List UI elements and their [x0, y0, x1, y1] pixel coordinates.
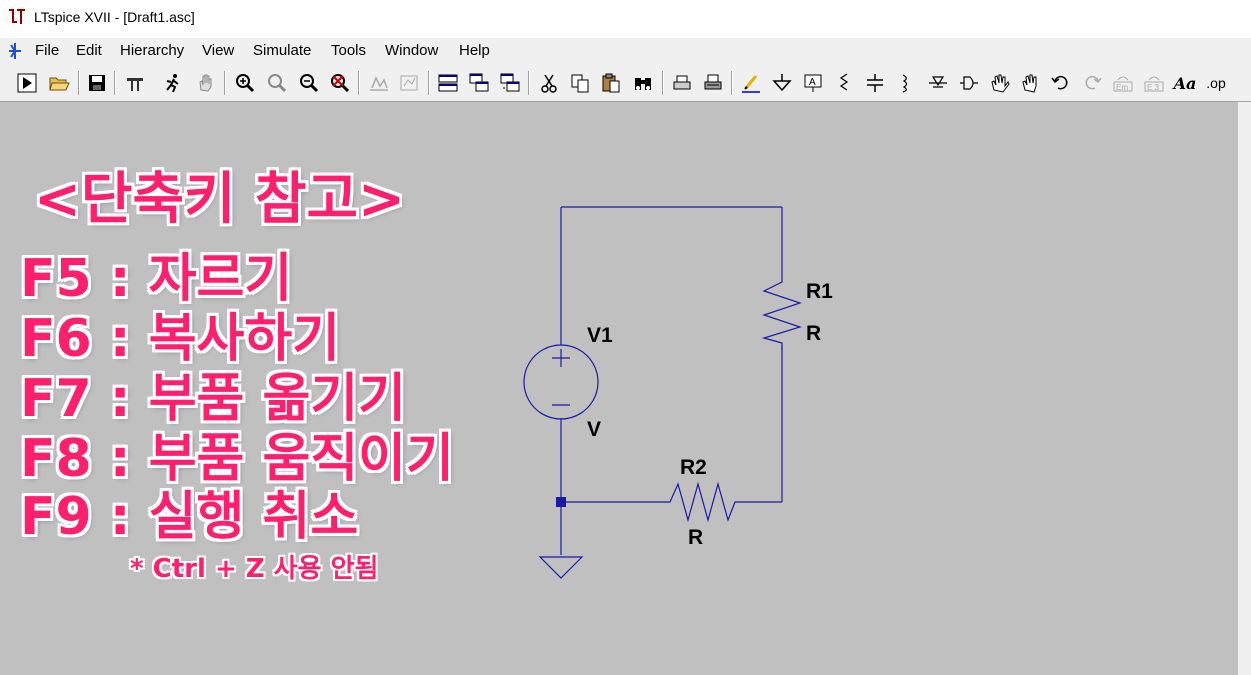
v1-name-label: V1 — [587, 324, 613, 347]
r2-value-label: R — [688, 526, 704, 549]
r2-resistor — [660, 481, 782, 523]
r1-resistor — [761, 270, 802, 350]
shortcut-heading: <단축키 참고> — [34, 167, 405, 232]
v1-value-label: V — [587, 418, 602, 441]
v1-plus — [552, 349, 570, 367]
shortcut-f9: F9 : 실행 취소 — [20, 487, 359, 547]
r1-value-label: R — [806, 322, 822, 345]
ground-symbol — [538, 556, 584, 579]
r2-name-label: R2 — [680, 456, 707, 479]
r1-name-label: R1 — [806, 280, 833, 303]
shortcut-note: * Ctrl + Z 사용 안됨 — [130, 554, 379, 584]
junction-dot — [556, 497, 566, 507]
